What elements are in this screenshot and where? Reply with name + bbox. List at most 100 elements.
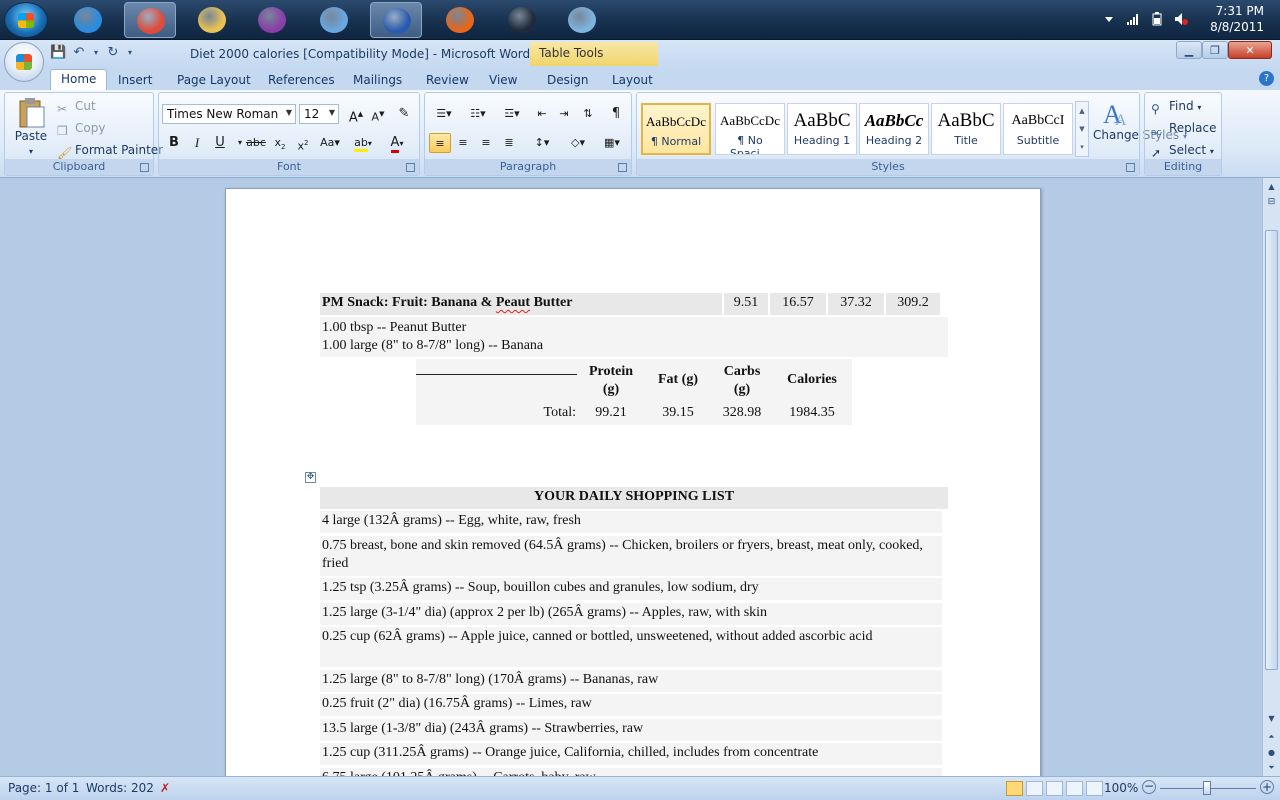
taskbar-button[interactable]: [370, 2, 422, 38]
vertical-scrollbar[interactable]: ▲ ⊟ ▼ ⏶ ● ⏷: [1262, 178, 1280, 776]
borders-icon[interactable]: ▦▾: [597, 133, 627, 153]
align-right-icon[interactable]: ≡: [475, 133, 497, 153]
full-screen-reading-view-icon[interactable]: [1026, 781, 1043, 796]
tab-layout[interactable]: Layout: [602, 71, 663, 89]
previous-page-icon[interactable]: ⏶: [1265, 730, 1278, 743]
ruler-toggle-icon[interactable]: ⊟: [1265, 196, 1278, 209]
restore-button[interactable]: ❐: [1202, 41, 1228, 59]
taskbar-button[interactable]: [246, 2, 298, 38]
help-icon[interactable]: ?: [1259, 71, 1274, 86]
copy-button[interactable]: ❐ Copy: [57, 121, 105, 138]
shading-icon[interactable]: ◇▾: [563, 133, 593, 153]
paste-button[interactable]: Paste ▾: [11, 97, 51, 157]
start-button[interactable]: [4, 2, 48, 38]
customize-qat-icon[interactable]: ▾: [126, 45, 134, 61]
shopping-list-item[interactable]: 1.25 large (3-1/4" dia) (approx 2 per lb…: [320, 602, 942, 625]
shopping-list-item[interactable]: 1.25 large (8" to 8-7/8" long) (170Â gra…: [320, 669, 942, 692]
tab-design[interactable]: Design: [537, 71, 598, 89]
scroll-down-icon[interactable]: ▼: [1265, 712, 1278, 725]
battery-icon[interactable]: [1150, 12, 1164, 26]
cut-button[interactable]: ✂ Cut: [57, 99, 96, 116]
font-family-combo[interactable]: Times New Roman ▼: [162, 104, 296, 124]
tab-review[interactable]: Review: [416, 71, 479, 89]
shopping-list-item[interactable]: 0.25 cup (62Â grams) -- Apple juice, can…: [320, 627, 942, 667]
zoom-level[interactable]: 100%: [1104, 781, 1138, 795]
increase-indent-icon[interactable]: ⇥: [553, 104, 575, 124]
page-count[interactable]: Page: 1 of 1: [8, 781, 79, 795]
tab-view[interactable]: View: [479, 71, 527, 89]
shopping-list-item[interactable]: 13.5 large (1-3/8" dia) (243Â grams) -- …: [320, 718, 942, 741]
tab-mailings[interactable]: Mailings: [343, 71, 412, 89]
save-icon[interactable]: 💾: [50, 45, 66, 61]
snack-calories-cell[interactable]: 309.2: [886, 293, 940, 315]
next-page-icon[interactable]: ⏷: [1265, 761, 1278, 774]
paragraph-launcher-icon[interactable]: [618, 163, 627, 172]
outline-view-icon[interactable]: [1066, 781, 1083, 796]
print-layout-view-icon[interactable]: [1006, 781, 1023, 796]
align-center-icon[interactable]: ≡: [452, 133, 474, 153]
taskbar-button[interactable]: [124, 2, 176, 38]
undo-dropdown-icon[interactable]: ▾: [92, 45, 100, 61]
tab-insert[interactable]: Insert: [108, 71, 162, 89]
justify-icon[interactable]: ≣: [498, 133, 520, 153]
format-painter-button[interactable]: 🖌 Format Painter: [57, 143, 163, 160]
tab-page-layout[interactable]: Page Layout: [167, 71, 261, 89]
taskbar-button[interactable]: [556, 2, 608, 38]
italic-icon[interactable]: I: [186, 133, 208, 153]
word-count[interactable]: Words: 202: [86, 781, 154, 795]
show-hidden-icons-icon[interactable]: [1102, 12, 1116, 26]
change-case-icon[interactable]: Aa▾: [316, 133, 344, 153]
shopping-list-item[interactable]: 0.75 breast, bone and skin removed (64.5…: [320, 535, 942, 576]
browse-object-icon[interactable]: ●: [1265, 746, 1278, 759]
bold-icon[interactable]: B: [163, 133, 185, 153]
minimize-button[interactable]: ▁: [1176, 41, 1202, 59]
zoom-slider-thumb[interactable]: [1203, 781, 1211, 795]
web-layout-view-icon[interactable]: [1046, 781, 1063, 796]
shopping-list-item[interactable]: 4 large (132Â grams) -- Egg, white, raw,…: [320, 511, 942, 533]
find-button[interactable]: ⚲ Find ▾: [1151, 99, 1201, 116]
shopping-list-item[interactable]: 1.25 cup (311.25Â grams) -- Orange juice…: [320, 743, 942, 765]
zoom-out-icon[interactable]: −: [1142, 780, 1156, 794]
redo-icon[interactable]: ↻: [105, 45, 121, 61]
font-size-combo[interactable]: 12 ▼: [299, 104, 339, 124]
font-launcher-icon[interactable]: [406, 163, 415, 172]
subscript-icon[interactable]: x2: [269, 133, 291, 153]
table-move-handle-icon[interactable]: ✥: [305, 472, 316, 483]
text-highlight-icon[interactable]: ab▾: [349, 133, 377, 153]
change-styles-button[interactable]: AA Change Styles ▾: [1093, 97, 1187, 143]
select-button[interactable]: ➚ Select ▾: [1151, 143, 1214, 160]
superscript-icon[interactable]: x2: [292, 133, 314, 153]
replace-button[interactable]: ac Replace: [1151, 121, 1216, 142]
taskbar-button[interactable]: [496, 2, 548, 38]
network-signal-icon[interactable]: [1126, 12, 1140, 26]
taskbar-button[interactable]: [308, 2, 360, 38]
system-clock[interactable]: 7:31 PM 8/8/2011: [1210, 3, 1264, 35]
taskbar-button[interactable]: [62, 2, 114, 38]
multilevel-list-icon[interactable]: ☲▾: [497, 104, 527, 124]
draft-view-icon[interactable]: [1086, 781, 1103, 796]
office-button[interactable]: [4, 42, 44, 82]
shopping-list-item[interactable]: 0.25 fruit (2" dia) (16.75Â grams) -- Li…: [320, 694, 942, 716]
bullets-icon[interactable]: ☰▾: [429, 104, 459, 124]
proofing-errors-icon[interactable]: ✗: [160, 781, 170, 795]
close-button[interactable]: ✕: [1228, 41, 1272, 59]
volume-muted-icon[interactable]: [1174, 12, 1188, 26]
snack-protein-cell[interactable]: 9.51: [724, 293, 768, 315]
snack-fat-cell[interactable]: 16.57: [770, 293, 826, 315]
tab-home[interactable]: Home: [50, 69, 108, 90]
style-subtitle[interactable]: AaBbCcI Subtitle: [1003, 103, 1073, 155]
undo-icon[interactable]: ↶: [71, 45, 87, 61]
taskbar-button[interactable]: [434, 2, 486, 38]
decrease-indent-icon[interactable]: ⇤: [531, 104, 553, 124]
shopping-list-item[interactable]: 6.75 large (101.25Â grams) -- Carrots, b…: [320, 767, 942, 776]
style-heading-2[interactable]: AaBbCc Heading 2: [859, 103, 929, 155]
shrink-font-icon[interactable]: A▼: [367, 104, 389, 124]
styles-gallery-scroll[interactable]: ▲ ▼ ▾: [1075, 101, 1089, 157]
line-spacing-icon[interactable]: ↕▾: [527, 133, 557, 153]
zoom-in-icon[interactable]: +: [1260, 780, 1274, 794]
style-no-spacing[interactable]: AaBbCcDc ¶ No Spaci...: [715, 103, 785, 155]
style-heading-1[interactable]: AaBbC Heading 1: [787, 103, 857, 155]
show-paragraph-marks-icon[interactable]: ¶: [605, 104, 627, 124]
clipboard-launcher-icon[interactable]: [140, 163, 149, 172]
taskbar-button[interactable]: [186, 2, 238, 38]
